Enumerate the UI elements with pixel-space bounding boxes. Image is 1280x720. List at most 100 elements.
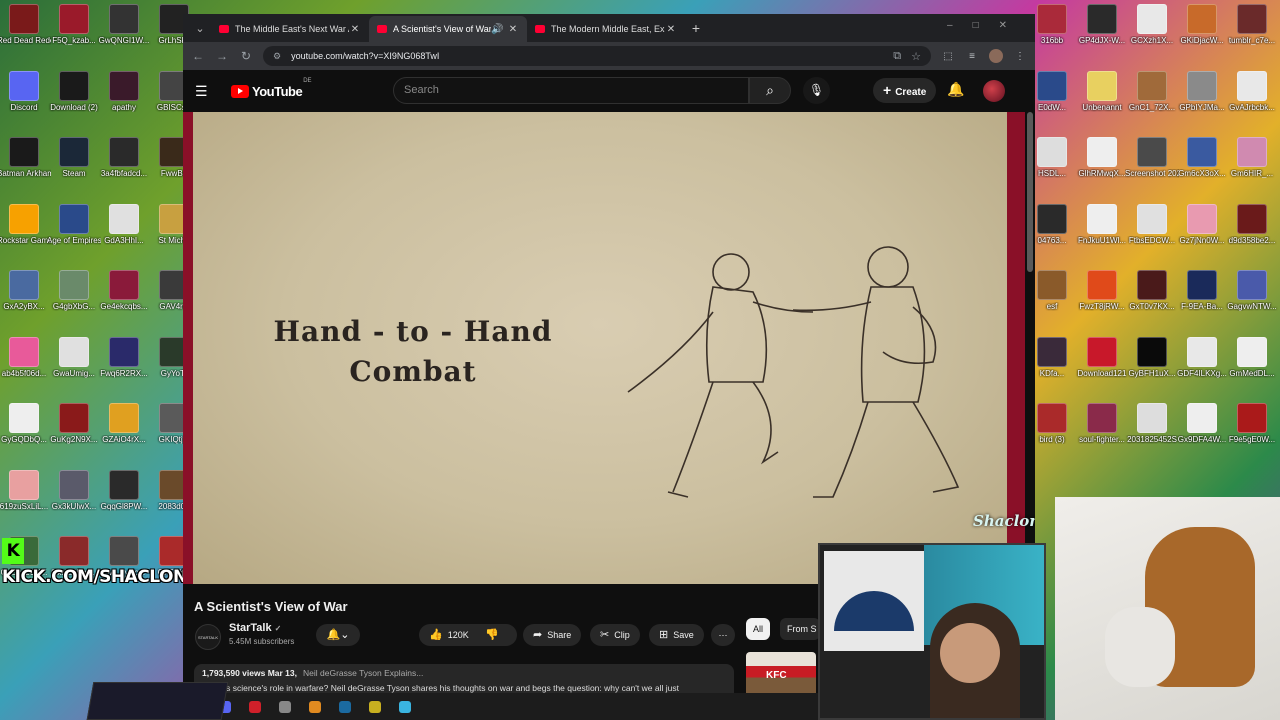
recommended-video-thumbnail[interactable]: KFC: [746, 652, 816, 698]
desktop-icon[interactable]: GwaUmig...: [47, 333, 101, 378]
desktop-icon[interactable]: tumblr_c7e...: [1225, 0, 1279, 45]
youtube-logo[interactable]: YouTube DE: [231, 78, 312, 99]
desktop-icon[interactable]: d9d358be2...: [1225, 200, 1279, 245]
tab-modern-middle-east[interactable]: The Modern Middle East, Explai... ✕: [527, 16, 685, 42]
desktop-icon[interactable]: 619zuSxLiL...: [0, 466, 51, 511]
desktop-icon[interactable]: Gm6cX3oX...: [1175, 133, 1229, 178]
desktop-icon[interactable]: GyGQDbQ...: [0, 399, 51, 444]
close-tab-icon[interactable]: ✕: [349, 24, 361, 35]
desktop-icon[interactable]: GagvwNTW...: [1225, 266, 1279, 311]
site-info-icon[interactable]: ⚙: [273, 51, 281, 62]
close-tab-icon[interactable]: ✕: [665, 24, 677, 35]
desktop-icon[interactable]: Download (2): [47, 67, 101, 112]
bookmark-star-icon[interactable]: ☆: [911, 50, 921, 63]
tab-scientists-view-of-war[interactable]: A Scientist's View of War - Y 🔊 ✕: [369, 16, 527, 42]
folder-taskbar-icon[interactable]: [369, 700, 381, 713]
app-taskbar-icon[interactable]: [279, 700, 291, 713]
description-tag[interactable]: Neil deGrasse Tyson Explains...: [303, 668, 423, 678]
chip-all[interactable]: All: [746, 618, 771, 640]
thumbs-up-icon[interactable]: 👍: [429, 629, 443, 641]
desktop-icon[interactable]: Gx9DFA4W...: [1175, 399, 1229, 444]
desktop-icon[interactable]: GyBFH1uX...: [1125, 333, 1179, 378]
desktop-icon[interactable]: 2031825452S: [1125, 399, 1179, 444]
desktop-icon[interactable]: Gm6HIR_...: [1225, 133, 1279, 178]
desktop-icon[interactable]: GdA3HhI...: [97, 200, 151, 245]
page-scrollbar[interactable]: [1027, 112, 1033, 272]
reload-icon[interactable]: ↻: [239, 49, 253, 63]
notifications-bell-icon[interactable]: 🔔: [947, 81, 964, 98]
desktop-icon[interactable]: Screenshot 2023-06-...: [1125, 133, 1179, 178]
close-tab-icon[interactable]: ✕: [507, 24, 519, 35]
desktop-icon[interactable]: apathy: [97, 67, 151, 112]
desktop-icon[interactable]: Discord: [0, 67, 51, 112]
new-tab-button[interactable]: +: [685, 20, 707, 36]
desktop-icon[interactable]: Ge4ekcqbs...: [97, 266, 151, 311]
channel-name[interactable]: StarTalk ✓: [229, 622, 281, 634]
desktop-icon[interactable]: Fwq6R2RX...: [97, 333, 151, 378]
desktop-icon[interactable]: GZAiO4rX...: [97, 399, 151, 444]
extensions-icon[interactable]: ⬚: [941, 51, 955, 62]
desktop-icon[interactable]: F-9EA-Ba...: [1175, 266, 1229, 311]
desktop-icon[interactable]: Unbenannt: [1075, 67, 1129, 112]
speaker-icon[interactable]: 🔊: [491, 24, 503, 35]
video-player[interactable]: Hand - to - Hand Combat Shaclo: [183, 112, 1035, 584]
media-control-icon[interactable]: ≡: [965, 51, 979, 62]
save-button[interactable]: ⊞ Save: [649, 624, 704, 646]
voice-search-button[interactable]: 🎙: [803, 77, 830, 104]
desktop-icon[interactable]: GuKg2N9X...: [47, 399, 101, 444]
desktop-icon[interactable]: GxA2yBX...: [0, 266, 51, 311]
desktop-icon[interactable]: G4gbXbG...: [47, 266, 101, 311]
url-text[interactable]: youtube.com/watch?v=XI9NG068TwI: [291, 51, 439, 61]
menu-kebab-icon[interactable]: ⋮: [1013, 51, 1027, 62]
desktop-icon[interactable]: ab4b5f06d...: [0, 333, 51, 378]
desktop-icon[interactable]: GlhRMwqX...: [1075, 133, 1129, 178]
forward-icon[interactable]: →: [215, 49, 229, 63]
account-avatar[interactable]: [983, 80, 1005, 102]
desktop-icon[interactable]: soul-fighter...: [1075, 399, 1129, 444]
desktop-icon[interactable]: GwQNGI1W...: [97, 0, 151, 45]
notepad-taskbar-icon[interactable]: [399, 700, 411, 713]
desktop-icon[interactable]: Download121: [1075, 333, 1129, 378]
desktop-icon[interactable]: F5Q_kzab...: [47, 0, 101, 45]
desktop-icon[interactable]: 3a4fbfadcd...: [97, 133, 151, 178]
desktop-icon[interactable]: Gx3kUIwX...: [47, 466, 101, 511]
desktop-icon[interactable]: FtbsEDCW...: [1125, 200, 1179, 245]
channel-avatar[interactable]: STARTALK: [195, 624, 221, 650]
desktop-icon[interactable]: GxT0v7KX...: [1125, 266, 1179, 311]
desktop-icon[interactable]: Gz7jNn0W...: [1175, 200, 1229, 245]
window-controls[interactable]: –□✕: [947, 20, 1027, 31]
profile-avatar[interactable]: [989, 49, 1003, 63]
address-bar[interactable]: ⚙ youtube.com/watch?v=XI9NG068TwI ⧉ ☆: [263, 46, 931, 66]
desktop-icon[interactable]: Batman Arkham As...: [0, 133, 51, 178]
search-button[interactable]: ⌕: [749, 77, 791, 104]
clip-button[interactable]: ✂ Clip: [590, 624, 640, 646]
desktop-icon[interactable]: Steam: [47, 133, 101, 178]
thumbs-down-icon[interactable]: 👎: [485, 629, 499, 641]
desktop-icon[interactable]: Age of Empires...: [47, 200, 101, 245]
desktop-icon[interactable]: FwzT8jRW...: [1075, 266, 1129, 311]
desktop-icon[interactable]: GKiDjacW...: [1175, 0, 1229, 45]
like-count[interactable]: 120K: [448, 630, 469, 640]
steam-taskbar-icon[interactable]: [339, 700, 351, 713]
desktop-icon[interactable]: GnC1_72X...: [1125, 67, 1179, 112]
desktop-icon[interactable]: GDF4ILKXg...: [1175, 333, 1229, 378]
chip-from-channel[interactable]: From S: [780, 618, 820, 640]
more-actions-button[interactable]: ⋯: [711, 624, 735, 646]
desktop-icon[interactable]: GCXzh1X...: [1125, 0, 1179, 45]
create-button[interactable]: + Create: [873, 78, 937, 103]
install-icon[interactable]: ⧉: [893, 50, 901, 63]
back-icon[interactable]: ←: [191, 49, 205, 63]
desktop-icon[interactable]: GvAJrbcbk...: [1225, 67, 1279, 112]
search-input[interactable]: Search: [393, 77, 749, 104]
desktop-icon[interactable]: F9e5gE0W...: [1225, 399, 1279, 444]
like-dislike-buttons[interactable]: 👍 120K 👎: [419, 624, 517, 646]
tab-middle-east-next-war[interactable]: The Middle East's Next War Aft... ✕: [211, 16, 369, 42]
desktop-icon[interactable]: GPbIYJMa...: [1175, 67, 1229, 112]
desktop-icon[interactable]: Rockstar Games ...: [0, 200, 51, 245]
subscription-bell-button[interactable]: 🔔⌄: [316, 624, 360, 646]
desktop-icon[interactable]: FnJkuU1Wl...: [1075, 200, 1129, 245]
tab-search-icon[interactable]: ⌄: [189, 17, 211, 39]
desktop-icon[interactable]: GP4dJX-W...: [1075, 0, 1129, 45]
channel-name-text[interactable]: StarTalk: [229, 622, 272, 634]
app-taskbar-icon[interactable]: [249, 700, 261, 713]
